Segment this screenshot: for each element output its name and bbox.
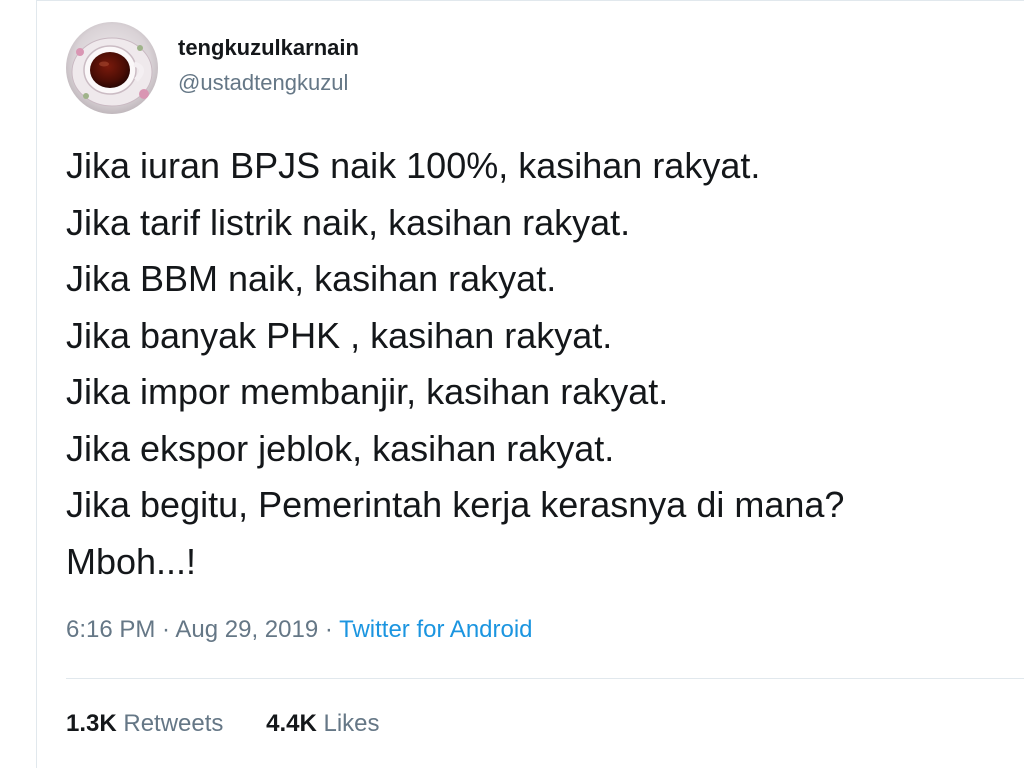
tweet-meta: 6:16 PM · Aug 29, 2019 · Twitter for And…	[66, 616, 533, 644]
tweet-line: Jika BBM naik, kasihan rakyat.	[66, 258, 557, 299]
tweet-line: Jika tarif listrik naik, kasihan rakyat.	[66, 201, 631, 243]
retweets-label: Retweets	[123, 710, 224, 737]
avatar[interactable]	[66, 22, 158, 114]
display-name[interactable]: tengkuzulkarnain	[178, 35, 359, 61]
meta-separator: ·	[155, 616, 176, 643]
tweet-text: Jika iuran BPJS naik 100%, kasihan rakya…	[66, 138, 1006, 590]
likes-label: Likes	[323, 710, 380, 737]
tweet-line: Jika impor membanjir, kasihan rakyat.	[66, 371, 669, 412]
likes-stat[interactable]: 4.4K Likes	[266, 710, 379, 738]
stats-divider	[66, 678, 1024, 679]
card-left-border	[36, 0, 37, 768]
tweet-line: Mboh...!	[66, 540, 197, 582]
user-handle[interactable]: @ustadtengkuzul	[178, 70, 348, 96]
card-top-border	[36, 0, 1024, 1]
retweets-count: 1.3K	[66, 710, 117, 737]
retweets-stat[interactable]: 1.3K Retweets	[66, 710, 223, 738]
teacup-photo-icon	[66, 22, 158, 114]
tweet-date[interactable]: Aug 29, 2019	[175, 616, 318, 643]
tweet-line: Jika banyak PHK , kasihan rakyat.	[66, 314, 613, 356]
meta-separator: ·	[318, 616, 340, 643]
tweet-time[interactable]: 6:16 PM	[66, 616, 155, 643]
tweet-line: Jika iuran BPJS naik 100%, kasihan rakya…	[66, 145, 761, 186]
tweet-line: Jika begitu, Pemerintah kerja kerasnya d…	[66, 484, 845, 525]
tweet-card: tengkuzulkarnain @ustadtengkuzul Jika iu…	[0, 0, 1024, 768]
tweet-line: Jika ekspor jeblok, kasihan rakyat.	[66, 427, 615, 469]
likes-count: 4.4K	[266, 710, 317, 737]
tweet-source-link[interactable]: Twitter for Android	[339, 616, 532, 643]
tweet-stats: 1.3K Retweets 4.4K Likes	[66, 710, 380, 738]
